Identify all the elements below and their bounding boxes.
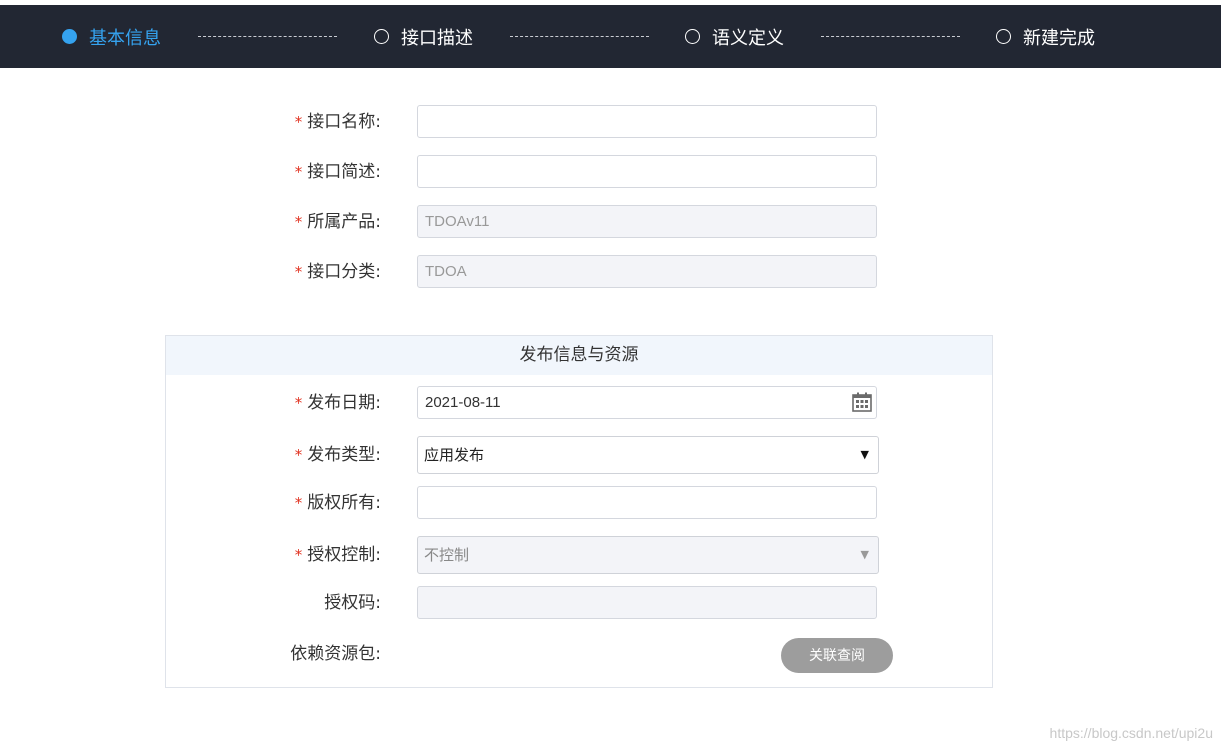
step-label: 新建完成	[1023, 27, 1095, 49]
required-mark: *	[294, 546, 303, 564]
interface-name-input[interactable]	[417, 105, 877, 138]
category-label: * 接口分类:	[294, 262, 381, 282]
calendar-icon[interactable]	[852, 392, 872, 412]
step-label: 语义定义	[712, 27, 784, 49]
product-label: * 所属产品:	[294, 212, 381, 232]
auth-control-value: 不控制	[424, 546, 470, 564]
required-mark: *	[294, 113, 303, 131]
required-mark: *	[294, 263, 303, 281]
dependency-label: 依赖资源包:	[290, 644, 381, 664]
auth-control-select: 不控制 ▼	[417, 536, 879, 574]
step-basic-info[interactable]: 基本信息	[62, 5, 161, 68]
form-row-interface-summary: * 接口简述:	[0, 155, 1221, 189]
step-label: 基本信息	[89, 27, 161, 49]
step-dot-icon	[685, 29, 700, 44]
publish-type-select[interactable]: 应用发布 ▼	[417, 436, 879, 474]
product-field: TDOAv11	[417, 205, 877, 238]
step-complete[interactable]: 新建完成	[996, 5, 1095, 68]
publish-date-input[interactable]: 2021-08-11	[417, 386, 877, 419]
auth-code-field	[417, 586, 877, 619]
copyright-input[interactable]	[417, 486, 877, 519]
publish-type-label: * 发布类型:	[294, 445, 381, 465]
step-dot-icon	[996, 29, 1011, 44]
step-active-dot-icon	[62, 29, 77, 44]
publish-panel-title: 发布信息与资源	[166, 336, 992, 375]
required-mark: *	[294, 446, 303, 464]
interface-name-label: * 接口名称:	[294, 112, 381, 132]
step-semantic-definition[interactable]: 语义定义	[685, 5, 784, 68]
step-interface-description[interactable]: 接口描述	[374, 5, 473, 68]
publish-type-value: 应用发布	[424, 446, 485, 464]
step-connector	[198, 36, 337, 37]
interface-summary-label: * 接口简述:	[294, 162, 381, 182]
form-row-auth-code: 授权码:	[0, 586, 1221, 620]
step-connector	[510, 36, 649, 37]
form-row-category: * 接口分类: TDOA	[0, 255, 1221, 289]
copyright-label: * 版权所有:	[294, 493, 381, 513]
category-field: TDOA	[417, 255, 877, 288]
step-dot-icon	[374, 29, 389, 44]
form-row-interface-name: * 接口名称:	[0, 105, 1221, 139]
form-row-publish-date: * 发布日期: 2021-08-11	[0, 386, 1221, 420]
required-mark: *	[294, 494, 303, 512]
interface-summary-input[interactable]	[417, 155, 877, 188]
publish-date-label: * 发布日期:	[294, 393, 381, 413]
required-mark: *	[294, 394, 303, 412]
step-connector	[821, 36, 960, 37]
publish-date-value: 2021-08-11	[425, 394, 501, 411]
form-row-auth-control: * 授权控制: 不控制 ▼	[0, 536, 1221, 574]
step-label: 接口描述	[401, 27, 473, 49]
form-row-product: * 所属产品: TDOAv11	[0, 205, 1221, 239]
link-view-button[interactable]: 关联查阅	[781, 638, 893, 673]
required-mark: *	[294, 213, 303, 231]
form-row-publish-type: * 发布类型: 应用发布 ▼	[0, 436, 1221, 474]
progress-stepper: 基本信息 接口描述 语义定义 新建完成	[0, 5, 1221, 68]
watermark: https://blog.csdn.net/upi2u	[1049, 725, 1213, 741]
required-mark: *	[294, 163, 303, 181]
auth-code-label: 授权码:	[324, 593, 381, 613]
form-row-dependency: 依赖资源包:	[0, 637, 1221, 671]
dropdown-arrow-icon: ▼	[860, 448, 869, 461]
form-row-copyright: * 版权所有:	[0, 486, 1221, 520]
dropdown-arrow-icon: ▼	[860, 548, 869, 561]
auth-control-label: * 授权控制:	[294, 545, 381, 565]
